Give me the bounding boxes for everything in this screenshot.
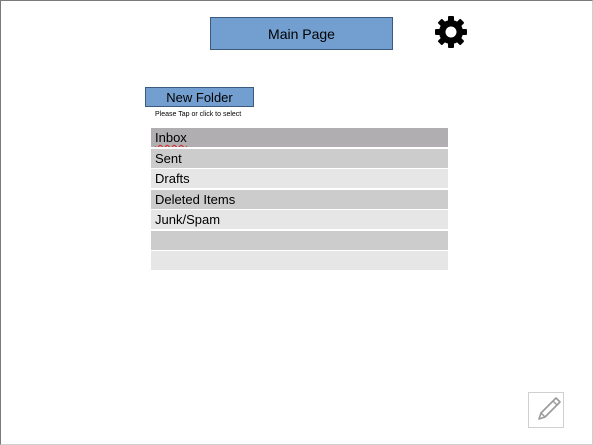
folder-row[interactable]: Deleted Items (151, 189, 448, 209)
folder-label: Drafts (155, 171, 190, 186)
folder-label: Deleted Items (155, 191, 236, 207)
main-page-button[interactable]: Main Page (210, 17, 393, 50)
pencil-icon[interactable] (528, 392, 564, 428)
folder-list: Inbox Sent Drafts Deleted Items Junk/Spam (151, 128, 448, 272)
gear-icon[interactable] (433, 14, 469, 50)
folder-row[interactable] (151, 230, 448, 250)
folder-row[interactable] (151, 251, 448, 270)
folder-row[interactable]: Drafts (151, 169, 448, 188)
main-page-label: Main Page (268, 25, 335, 42)
new-folder-label: New Folder (166, 89, 233, 105)
gear-icon-graphic (435, 16, 467, 48)
new-folder-button[interactable]: New Folder (145, 87, 254, 107)
folder-label: Junk/Spam (155, 212, 221, 227)
folder-row[interactable]: Sent (151, 148, 448, 168)
folder-row[interactable]: Junk/Spam (151, 210, 448, 229)
folder-row[interactable]: Inbox (151, 128, 448, 147)
folder-label: Inbox (155, 130, 187, 145)
select-hint: Please Tap or click to select (155, 111, 242, 118)
folder-label: Sent (155, 150, 182, 166)
pencil-icon-graphic (538, 397, 561, 420)
